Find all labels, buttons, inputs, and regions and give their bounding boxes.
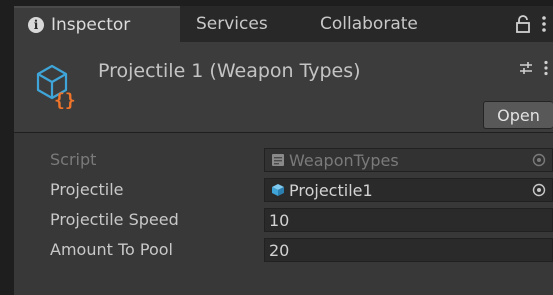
tab-bar-actions <box>515 6 547 42</box>
object-picker-icon <box>532 153 546 167</box>
field-label: Projectile Speed <box>50 210 179 229</box>
field-value: 20 <box>269 240 290 260</box>
asset-title: Projectile 1 (Weapon Types) <box>98 60 361 82</box>
script-asset-icon <box>272 154 284 166</box>
preset-sliders-icon[interactable] <box>519 61 533 75</box>
tab-inspector[interactable]: i Inspector <box>14 6 180 42</box>
script-object-field: WeaponTypes <box>264 148 553 172</box>
window-background: i Inspector Services Collaborate {} Proj… <box>0 0 553 295</box>
field-label: Projectile <box>50 180 124 199</box>
field-value: WeaponTypes <box>289 150 399 170</box>
scriptable-object-icon: {} <box>36 64 76 110</box>
kebab-menu-icon[interactable] <box>543 60 549 76</box>
tab-label: Collaborate <box>320 14 418 34</box>
inspector-panel: i Inspector Services Collaborate {} Proj… <box>14 6 553 295</box>
amount-to-pool-input[interactable]: 20 <box>264 238 553 262</box>
field-label: Script <box>50 150 97 169</box>
header-divider <box>14 132 553 133</box>
tab-label: Inspector <box>51 15 131 35</box>
field-row-amount-to-pool: Amount To Pool 20 <box>14 236 553 266</box>
svg-text:{}: {} <box>54 90 76 110</box>
projectile-object-field[interactable]: Projectile1 <box>264 178 553 202</box>
field-label: Amount To Pool <box>50 240 173 259</box>
field-row-script: Script WeaponTypes <box>14 146 553 176</box>
prefab-cube-icon <box>272 184 284 196</box>
tab-bar: i Inspector Services Collaborate <box>14 6 553 42</box>
lock-icon[interactable] <box>515 15 531 33</box>
field-value: Projectile1 <box>289 180 373 200</box>
tab-services[interactable]: Services <box>196 6 268 42</box>
info-icon: i <box>28 17 44 33</box>
field-row-projectile-speed: Projectile Speed 10 <box>14 206 553 236</box>
tab-collaborate[interactable]: Collaborate <box>320 6 418 42</box>
projectile-speed-input[interactable]: 10 <box>264 208 553 232</box>
open-button[interactable]: Open <box>483 101 553 129</box>
field-row-projectile: Projectile Projectile1 <box>14 176 553 206</box>
object-picker-icon[interactable] <box>532 183 546 197</box>
tab-label: Services <box>196 14 268 34</box>
kebab-menu-icon[interactable] <box>541 15 547 33</box>
field-value: 10 <box>269 210 290 230</box>
header-actions <box>519 60 549 76</box>
inspector-header: {} Projectile 1 (Weapon Types) Open <box>14 42 553 132</box>
